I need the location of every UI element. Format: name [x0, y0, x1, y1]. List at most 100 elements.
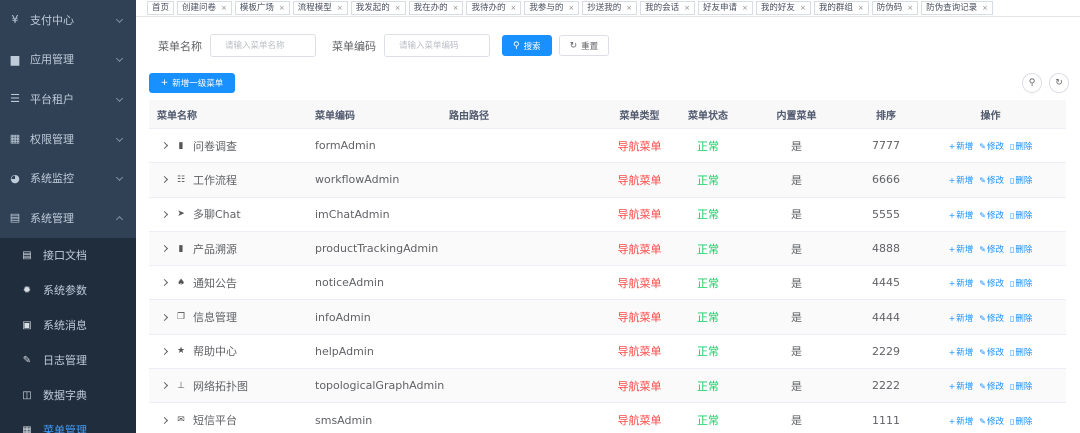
expand-arrow-icon[interactable] — [160, 244, 169, 253]
menu-name-text: 通知公告 — [193, 276, 237, 290]
close-icon[interactable]: × — [337, 2, 343, 14]
row-delete-button[interactable]: ▯删除 — [1010, 382, 1032, 392]
close-icon[interactable]: × — [626, 2, 632, 14]
cell-name: ⊥ 网络拓扑图 — [149, 378, 307, 394]
trash-icon: ▯ — [1010, 176, 1015, 186]
row-edit-button[interactable]: ✎修改 — [979, 176, 1004, 186]
row-edit-button[interactable]: ✎修改 — [979, 245, 1004, 255]
cell-ops: +新增 ✎修改 ▯删除 — [915, 139, 1066, 152]
chevron-icon — [115, 174, 124, 182]
reset-button[interactable]: ↻ 重置 — [558, 35, 610, 56]
expand-arrow-icon[interactable] — [160, 347, 169, 355]
row-delete-button[interactable]: ▯删除 — [1010, 142, 1032, 152]
row-add-button[interactable]: +新增 — [949, 382, 974, 392]
search-button[interactable]: ⚲ 搜索 — [502, 35, 552, 56]
close-icon[interactable]: × — [395, 2, 401, 14]
sidebar-item-2[interactable]: ☰ 平台租户 — [0, 79, 136, 119]
row-edit-button[interactable]: ✎修改 — [979, 279, 1004, 289]
row-delete-button[interactable]: ▯删除 — [1010, 417, 1032, 427]
tag-12[interactable]: 我的群组 × — [813, 1, 869, 15]
close-icon[interactable]: × — [800, 2, 806, 14]
row-add-button[interactable]: +新增 — [949, 279, 974, 289]
sidebar-subitem-label: 菜单管理 — [43, 424, 87, 433]
sidebar-item-0[interactable]: ¥ 支付中心 — [0, 0, 136, 40]
tag-4[interactable]: 我发起的 × — [350, 1, 406, 15]
menu-name-input[interactable] — [210, 34, 316, 57]
row-add-button[interactable]: +新增 — [949, 348, 974, 358]
row-delete-button[interactable]: ▯删除 — [1010, 279, 1032, 289]
close-icon[interactable]: × — [221, 2, 227, 14]
menu-status-text: 正常 — [697, 276, 719, 290]
close-icon[interactable]: × — [279, 2, 285, 14]
sidebar-item-4[interactable]: ◕ 系统监控 — [0, 158, 136, 198]
row-edit-button[interactable]: ✎修改 — [979, 348, 1004, 358]
row-delete-button[interactable]: ▯删除 — [1010, 245, 1032, 255]
expand-arrow-icon[interactable] — [160, 279, 169, 287]
tag-11[interactable]: 我的好友 × — [755, 1, 811, 15]
row-delete-label: 删除 — [1015, 210, 1033, 221]
row-edit-button[interactable]: ✎修改 — [979, 382, 1004, 392]
expand-arrow-icon[interactable] — [160, 382, 169, 390]
sidebar-subitem-1[interactable]: ✹ 系统参数 — [0, 273, 136, 308]
tag-7[interactable]: 我参与的 × — [524, 1, 580, 15]
close-icon[interactable]: × — [858, 2, 864, 14]
expand-arrow-icon[interactable] — [160, 313, 169, 321]
menu-code-input[interactable] — [384, 34, 490, 57]
cell-status: 正常 — [680, 172, 736, 188]
expand-arrow-icon[interactable] — [160, 176, 169, 184]
expand-arrow-icon[interactable] — [160, 416, 169, 424]
close-icon[interactable]: × — [568, 2, 574, 14]
sidebar-item-5[interactable]: ▤ 系统管理 — [0, 198, 136, 238]
close-icon[interactable]: × — [982, 2, 988, 14]
row-add-button[interactable]: +新增 — [949, 245, 974, 255]
sidebar-subitem-4[interactable]: ◫ 数据字典 — [0, 378, 136, 413]
tag-1[interactable]: 创建问卷 × — [177, 1, 232, 15]
row-delete-button[interactable]: ▯删除 — [1010, 314, 1032, 324]
row-edit-button[interactable]: ✎修改 — [979, 142, 1004, 152]
row-add-button[interactable]: +新增 — [949, 142, 974, 152]
row-edit-button[interactable]: ✎修改 — [979, 417, 1004, 427]
row-add-button[interactable]: +新增 — [949, 314, 974, 324]
refresh-button[interactable]: ↻ — [1049, 73, 1069, 93]
tag-6[interactable]: 我待办的 × — [466, 1, 522, 15]
tag-14[interactable]: 防伪查询记录 × — [921, 1, 993, 15]
sidebar-item-1[interactable]: ▆ 应用管理 — [0, 40, 136, 80]
cell-type: 导航菜单 — [599, 309, 680, 325]
close-icon[interactable]: × — [510, 2, 516, 14]
table-row: ★ 帮助中心 helpAdmin 导航菜单 正常 是 2229 +新增 ✎修改 ▯删除 — [149, 335, 1066, 370]
yen-icon: ¥ — [11, 13, 19, 27]
row-add-button[interactable]: +新增 — [949, 176, 974, 186]
add-root-menu-button[interactable]: + 新增一级菜单 — [149, 73, 235, 93]
close-icon[interactable]: × — [453, 2, 459, 14]
close-icon[interactable]: × — [742, 2, 748, 14]
chevron-icon — [115, 134, 124, 142]
sidebar-subitem-0[interactable]: ▤ 接口文档 — [0, 238, 136, 273]
row-delete-button[interactable]: ▯删除 — [1010, 211, 1032, 221]
row-edit-button[interactable]: ✎修改 — [979, 211, 1004, 221]
tag-0[interactable]: 首页 — [147, 1, 175, 15]
row-add-button[interactable]: +新增 — [949, 211, 974, 221]
row-delete-button[interactable]: ▯删除 — [1010, 176, 1032, 186]
row-add-button[interactable]: +新增 — [949, 417, 974, 427]
tag-8[interactable]: 抄送我的 × — [582, 1, 638, 15]
tag-13[interactable]: 防伪码 × — [871, 1, 919, 15]
sidebar-item-3[interactable]: ▦ 权限管理 — [0, 119, 136, 159]
sidebar-subitem-2[interactable]: ▣ 系统消息 — [0, 308, 136, 343]
sidebar-subitem-3[interactable]: ✎ 日志管理 — [0, 343, 136, 378]
search-toggle-button[interactable]: ⚲ — [1022, 73, 1042, 93]
menu-status-text: 正常 — [697, 414, 719, 428]
close-icon[interactable]: × — [684, 2, 690, 14]
row-delete-button[interactable]: ▯删除 — [1010, 348, 1032, 358]
tag-10[interactable]: 好友申请 × — [698, 1, 753, 15]
expand-arrow-icon[interactable] — [160, 210, 169, 218]
cell-status: 正常 — [680, 206, 736, 222]
cell-builtin: 是 — [791, 379, 802, 393]
sidebar-subitem-5[interactable]: ▦ 菜单管理 — [0, 413, 136, 433]
tag-2[interactable]: 模板广场 × — [234, 1, 290, 15]
tag-5[interactable]: 我在办的 × — [408, 1, 464, 15]
expand-arrow-icon[interactable] — [160, 142, 169, 150]
tag-3[interactable]: 流程模型 × — [292, 1, 348, 15]
tag-9[interactable]: 我的会话 × — [640, 1, 696, 15]
close-icon[interactable]: × — [907, 2, 913, 14]
row-edit-button[interactable]: ✎修改 — [979, 314, 1004, 324]
